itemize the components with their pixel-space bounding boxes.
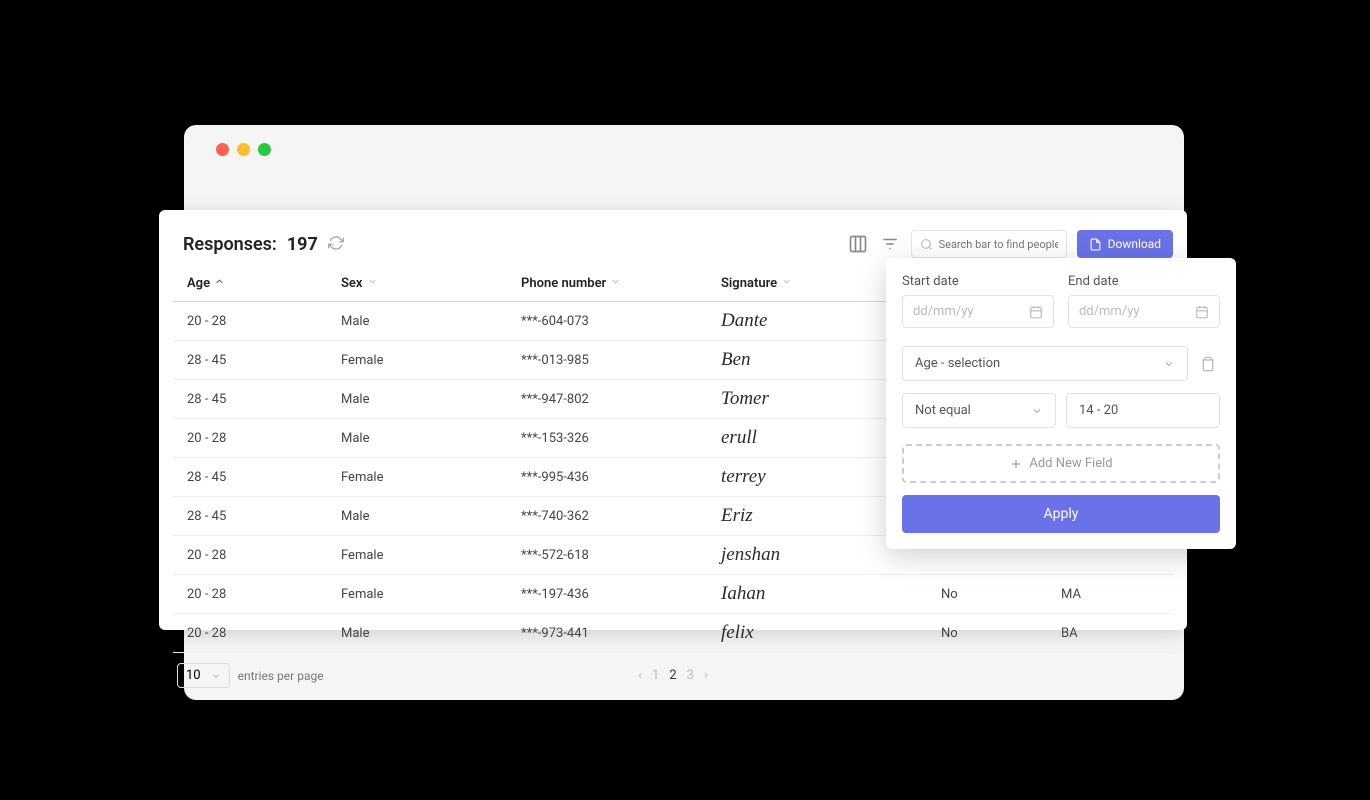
- cell-c5: No: [933, 614, 1053, 653]
- cell-sex: Female: [333, 575, 513, 614]
- filter-panel: Start date dd/mm/yy End date dd/mm/yy Ag…: [886, 258, 1236, 549]
- condition-value: Not equal: [915, 403, 971, 418]
- end-date-placeholder: dd/mm/yy: [1079, 304, 1140, 319]
- cell-phone: ***-197-436: [513, 575, 713, 614]
- cell-age: 28 - 45: [173, 380, 333, 419]
- search-input[interactable]: [911, 230, 1067, 258]
- cell-sex: Male: [333, 497, 513, 536]
- window-controls: [216, 143, 271, 156]
- start-date-label: Start date: [902, 274, 1054, 289]
- date-range: Start date dd/mm/yy End date dd/mm/yy: [902, 274, 1220, 328]
- cell-c5: No: [933, 575, 1053, 614]
- cell-sig: felix: [713, 614, 933, 653]
- cell-age: 20 - 28: [173, 575, 333, 614]
- cell-phone: ***-740-362: [513, 497, 713, 536]
- toolbar: Responses: 197 Download: [173, 230, 1173, 258]
- condition-select[interactable]: Not equal: [902, 393, 1056, 428]
- cell-sex: Female: [333, 536, 513, 575]
- value-input[interactable]: 14 - 20: [1066, 393, 1220, 428]
- calendar-icon: [1195, 305, 1209, 319]
- per-page-value: 10: [186, 668, 201, 683]
- response-count: 197: [287, 234, 318, 255]
- close-dot[interactable]: [216, 143, 229, 156]
- prev-page[interactable]: ‹: [638, 668, 642, 683]
- cell-phone: ***-947-802: [513, 380, 713, 419]
- cell-age: 28 - 45: [173, 341, 333, 380]
- cell-sex: Female: [333, 458, 513, 497]
- cell-sex: Male: [333, 419, 513, 458]
- refresh-icon[interactable]: [328, 235, 346, 253]
- per-page-select[interactable]: 10: [177, 663, 230, 688]
- delete-filter-icon[interactable]: [1196, 352, 1220, 376]
- filter-condition-row: Not equal 14 - 20: [902, 393, 1220, 428]
- cell-age: 20 - 28: [173, 419, 333, 458]
- download-button[interactable]: Download: [1077, 230, 1173, 258]
- toolbar-actions: Download: [847, 230, 1173, 258]
- field-select[interactable]: Age - selection: [902, 346, 1188, 381]
- cell-phone: ***-572-618: [513, 536, 713, 575]
- start-date-input[interactable]: dd/mm/yy: [902, 295, 1054, 328]
- calendar-icon: [1029, 305, 1043, 319]
- next-page[interactable]: ›: [704, 668, 708, 683]
- table-row[interactable]: 20 - 28Female***-197-436IahanNoMA: [173, 575, 1173, 614]
- filter-icon[interactable]: [879, 233, 901, 255]
- page-links: ‹ 123 ›: [638, 668, 708, 683]
- per-page-label: entries per page: [238, 669, 324, 683]
- page-3[interactable]: 3: [687, 668, 694, 683]
- cell-phone: ***-153-326: [513, 419, 713, 458]
- search-field[interactable]: [939, 238, 1058, 251]
- columns-icon[interactable]: [847, 233, 869, 255]
- add-field-label: Add New Field: [1029, 456, 1112, 471]
- cell-phone: ***-604-073: [513, 302, 713, 341]
- cell-c6: BA: [1053, 614, 1173, 653]
- plus-icon: [1009, 457, 1023, 471]
- cell-sex: Male: [333, 380, 513, 419]
- title-prefix: Responses:: [183, 234, 277, 255]
- cell-c6: MA: [1053, 575, 1173, 614]
- filter-field-row: Age - selection: [902, 346, 1220, 381]
- per-page-control: 10 entries per page: [177, 663, 324, 688]
- page-2[interactable]: 2: [669, 668, 676, 683]
- end-date-input[interactable]: dd/mm/yy: [1068, 295, 1220, 328]
- filter-value: 14 - 20: [1079, 403, 1118, 418]
- add-field-button[interactable]: Add New Field: [902, 444, 1220, 483]
- cell-sex: Male: [333, 302, 513, 341]
- maximize-dot[interactable]: [258, 143, 271, 156]
- pagination: 10 entries per page ‹ 123 ›: [173, 663, 1173, 688]
- cell-phone: ***-995-436: [513, 458, 713, 497]
- cell-sig: Iahan: [713, 575, 933, 614]
- cell-sex: Male: [333, 614, 513, 653]
- search-icon: [920, 238, 933, 251]
- page-1[interactable]: 1: [652, 668, 659, 683]
- cell-age: 20 - 28: [173, 536, 333, 575]
- cell-phone: ***-013-985: [513, 341, 713, 380]
- table-row[interactable]: 20 - 28Male***-973-441felixNoBA: [173, 614, 1173, 653]
- column-header[interactable]: Sex: [333, 266, 513, 302]
- cell-age: 28 - 45: [173, 497, 333, 536]
- apply-label: Apply: [1044, 506, 1079, 522]
- cell-age: 20 - 28: [173, 614, 333, 653]
- download-icon: [1089, 238, 1102, 251]
- apply-button[interactable]: Apply: [902, 495, 1220, 533]
- chevron-down-icon: [1163, 358, 1175, 370]
- minimize-dot[interactable]: [237, 143, 250, 156]
- column-header[interactable]: Phone number: [513, 266, 713, 302]
- start-date-placeholder: dd/mm/yy: [913, 304, 974, 319]
- cell-age: 20 - 28: [173, 302, 333, 341]
- chevron-down-icon: [211, 671, 221, 681]
- cell-phone: ***-973-441: [513, 614, 713, 653]
- end-date-label: End date: [1068, 274, 1220, 289]
- chevron-down-icon: [1031, 405, 1043, 417]
- column-header[interactable]: Age: [173, 266, 333, 302]
- field-select-value: Age - selection: [915, 356, 1000, 371]
- cell-age: 28 - 45: [173, 458, 333, 497]
- cell-sex: Female: [333, 341, 513, 380]
- download-label: Download: [1108, 237, 1161, 251]
- page-title: Responses: 197: [173, 234, 346, 255]
